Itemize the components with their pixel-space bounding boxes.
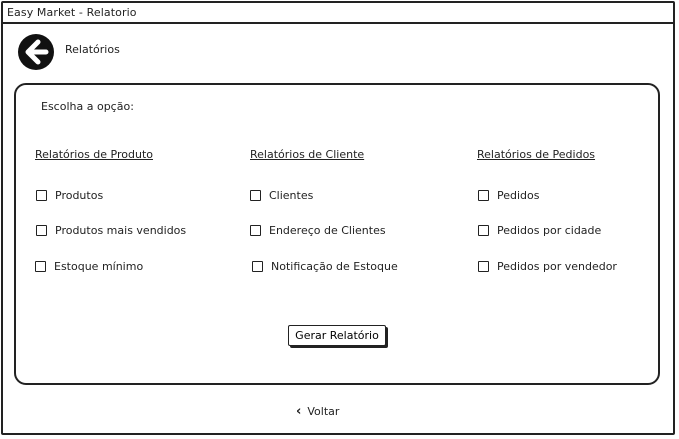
checkbox[interactable] xyxy=(478,225,489,236)
checkbox[interactable] xyxy=(35,261,46,272)
option-endereco-de-clientes[interactable]: Endereço de Clientes xyxy=(250,224,386,237)
generate-report-button[interactable]: Gerar Relatório xyxy=(288,325,386,346)
group-title-pedidos: Relatórios de Pedidos xyxy=(477,148,596,161)
arrow-left-circle-icon[interactable] xyxy=(17,33,55,71)
group-title-produto: Relatórios de Produto xyxy=(35,148,153,161)
chevron-left-icon: ‹ xyxy=(296,404,302,419)
checkbox[interactable] xyxy=(478,261,489,272)
option-notificacao-de-estoque[interactable]: Notificação de Estoque xyxy=(252,260,398,273)
option-produtos-mais-vendidos[interactable]: Produtos mais vendidos xyxy=(36,224,186,237)
checkbox[interactable] xyxy=(36,225,47,236)
report-options-panel: Escolha a opção: Relatórios de Produto P… xyxy=(14,83,660,385)
checkbox[interactable] xyxy=(478,190,489,201)
page-title: Relatórios xyxy=(65,43,120,56)
option-pedidos-por-cidade[interactable]: Pedidos por cidade xyxy=(478,224,601,237)
checkbox[interactable] xyxy=(36,190,47,201)
checkbox[interactable] xyxy=(250,225,261,236)
window-title: Easy Market - Relatorio xyxy=(7,6,137,19)
title-bar: Easy Market - Relatorio xyxy=(3,3,673,24)
option-clientes[interactable]: Clientes xyxy=(250,189,313,202)
checkbox[interactable] xyxy=(252,261,263,272)
option-produtos[interactable]: Produtos xyxy=(36,189,103,202)
back-link[interactable]: ‹ Voltar xyxy=(296,405,339,418)
choose-option-label: Escolha a opção: xyxy=(41,100,134,113)
option-pedidos-por-vendedor[interactable]: Pedidos por vendedor xyxy=(478,260,617,273)
checkbox[interactable] xyxy=(250,190,261,201)
back-label: Voltar xyxy=(307,405,340,418)
option-estoque-minimo[interactable]: Estoque mínimo xyxy=(35,260,143,273)
option-pedidos[interactable]: Pedidos xyxy=(478,189,540,202)
group-title-cliente: Relatórios de Cliente xyxy=(250,148,365,161)
